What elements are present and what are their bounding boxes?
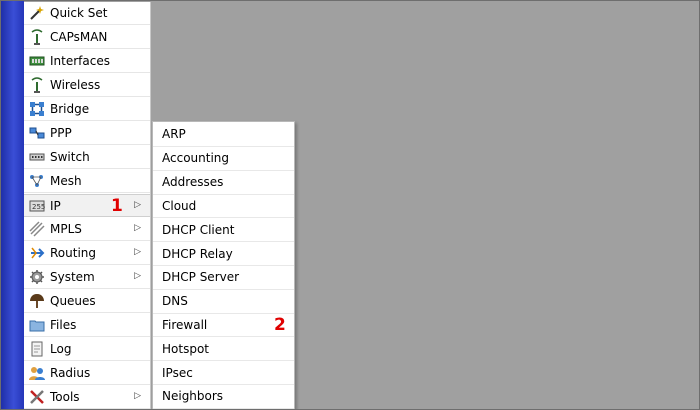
menu-item-files[interactable]: Files — [24, 314, 150, 337]
submenu-arrow-icon: ▷ — [134, 391, 141, 401]
menu-item-label: Interfaces — [50, 54, 110, 68]
submenu-item-label: DNS — [162, 294, 188, 309]
step-marker-2: 2 — [274, 314, 286, 335]
submenu-item-neighbors[interactable]: Neighbors — [153, 385, 294, 409]
submenu-item-dhcp-client[interactable]: DHCP Client — [153, 218, 294, 243]
submenu-item-dns[interactable]: DNS — [153, 290, 294, 314]
submenu-arrow-icon: ▷ — [134, 247, 141, 257]
menu-item-log[interactable]: Log — [24, 338, 150, 361]
menu-item-label: MPLS — [50, 222, 82, 236]
menu-item-queues[interactable]: Queues — [24, 290, 150, 313]
menu-item-label: Log — [50, 342, 72, 356]
tools-icon — [29, 389, 45, 405]
submenu-item-label: DHCP Server — [162, 270, 240, 285]
users-icon — [29, 365, 45, 381]
menu-item-label: Radius — [50, 366, 91, 380]
menu-item-label: Files — [50, 318, 77, 332]
menu-item-mesh[interactable]: Mesh — [24, 170, 150, 193]
routing-icon — [29, 245, 45, 261]
step-marker-1: 1 — [111, 196, 123, 216]
submenu-item-label: Neighbors — [162, 389, 224, 404]
submenu-item-dhcp-server[interactable]: DHCP Server — [153, 266, 294, 290]
menu-item-label: IP — [50, 198, 61, 213]
sidebar-strip — [1, 1, 24, 409]
mpls-icon — [29, 221, 45, 237]
menu-item-quick-set[interactable]: Quick Set — [24, 2, 150, 25]
menu-item-label: Bridge — [50, 102, 90, 116]
menu-item-ppp[interactable]: PPP — [24, 122, 150, 145]
menu-item-bridge[interactable]: Bridge — [24, 98, 150, 121]
switch-icon — [29, 149, 45, 165]
submenu-item-ipsec[interactable]: IPsec — [153, 361, 294, 385]
menu-item-label: Routing — [50, 246, 97, 260]
menu-item-label: Tools — [50, 390, 80, 404]
submenu-item-label: Firewall — [162, 317, 208, 332]
side-menu: Quick Set CAPsMAN Interfaces Wireless Br… — [24, 2, 151, 410]
ip-icon: 255 — [29, 198, 45, 214]
submenu-arrow-icon: ▷ — [134, 223, 141, 233]
submenu-item-label: Addresses — [162, 175, 224, 190]
submenu-item-label: Hotspot — [162, 341, 209, 356]
menu-item-label: PPP — [50, 126, 72, 140]
menu-item-routing[interactable]: Routing ▷ — [24, 242, 150, 265]
menu-item-interfaces[interactable]: Interfaces — [24, 50, 150, 73]
submenu-arrow-icon: ▷ — [134, 200, 141, 210]
wand-icon — [29, 5, 45, 21]
submenu-item-label: DHCP Client — [162, 222, 235, 237]
menu-item-label: Switch — [50, 150, 90, 164]
submenu-item-label: DHCP Relay — [162, 246, 233, 261]
menu-item-label: Wireless — [50, 78, 101, 92]
submenu-item-label: IPsec — [162, 365, 193, 380]
ppp-icon — [29, 125, 45, 141]
antenna-icon — [29, 77, 45, 93]
menu-item-label: Quick Set — [50, 6, 108, 20]
antenna-icon — [29, 29, 45, 45]
submenu-item-hotspot[interactable]: Hotspot — [153, 337, 294, 362]
menu-item-label: Mesh — [50, 174, 82, 188]
gear-icon — [29, 269, 45, 285]
svg-text:255: 255 — [32, 203, 45, 211]
submenu-item-label: ARP — [162, 127, 186, 141]
submenu-item-addresses[interactable]: Addresses — [153, 171, 294, 195]
mesh-icon — [29, 173, 45, 189]
menu-item-mpls[interactable]: MPLS ▷ — [24, 218, 150, 241]
submenu-item-label: Cloud — [162, 198, 197, 213]
menu-item-tools[interactable]: Tools ▷ — [24, 386, 150, 409]
submenu-item-cloud[interactable]: Cloud — [153, 195, 294, 219]
menu-item-capsman[interactable]: CAPsMAN — [24, 26, 150, 49]
menu-item-wireless[interactable]: Wireless — [24, 74, 150, 97]
submenu-item-firewall[interactable]: Firewall 2 — [153, 314, 294, 338]
menu-item-ip[interactable]: 255 IP 1 ▷ — [24, 194, 150, 217]
submenu-item-accounting[interactable]: Accounting — [153, 147, 294, 171]
menu-item-label: Queues — [50, 294, 96, 308]
folder-icon — [29, 317, 45, 333]
ip-submenu: ARP Accounting Addresses Cloud DHCP Clie… — [152, 121, 295, 410]
log-icon — [29, 341, 45, 357]
menu-item-label: System — [50, 270, 95, 284]
network-card-icon — [29, 53, 45, 69]
submenu-item-label: Accounting — [162, 151, 230, 166]
menu-item-radius[interactable]: Radius — [24, 362, 150, 385]
submenu-arrow-icon: ▷ — [134, 271, 141, 281]
menu-item-label: CAPsMAN — [50, 30, 108, 44]
menu-item-system[interactable]: System ▷ — [24, 266, 150, 289]
submenu-item-arp[interactable]: ARP — [153, 122, 294, 147]
queues-icon — [29, 293, 45, 309]
submenu-item-dhcp-relay[interactable]: DHCP Relay — [153, 242, 294, 266]
bridge-icon — [29, 101, 45, 117]
menu-item-switch[interactable]: Switch — [24, 146, 150, 169]
